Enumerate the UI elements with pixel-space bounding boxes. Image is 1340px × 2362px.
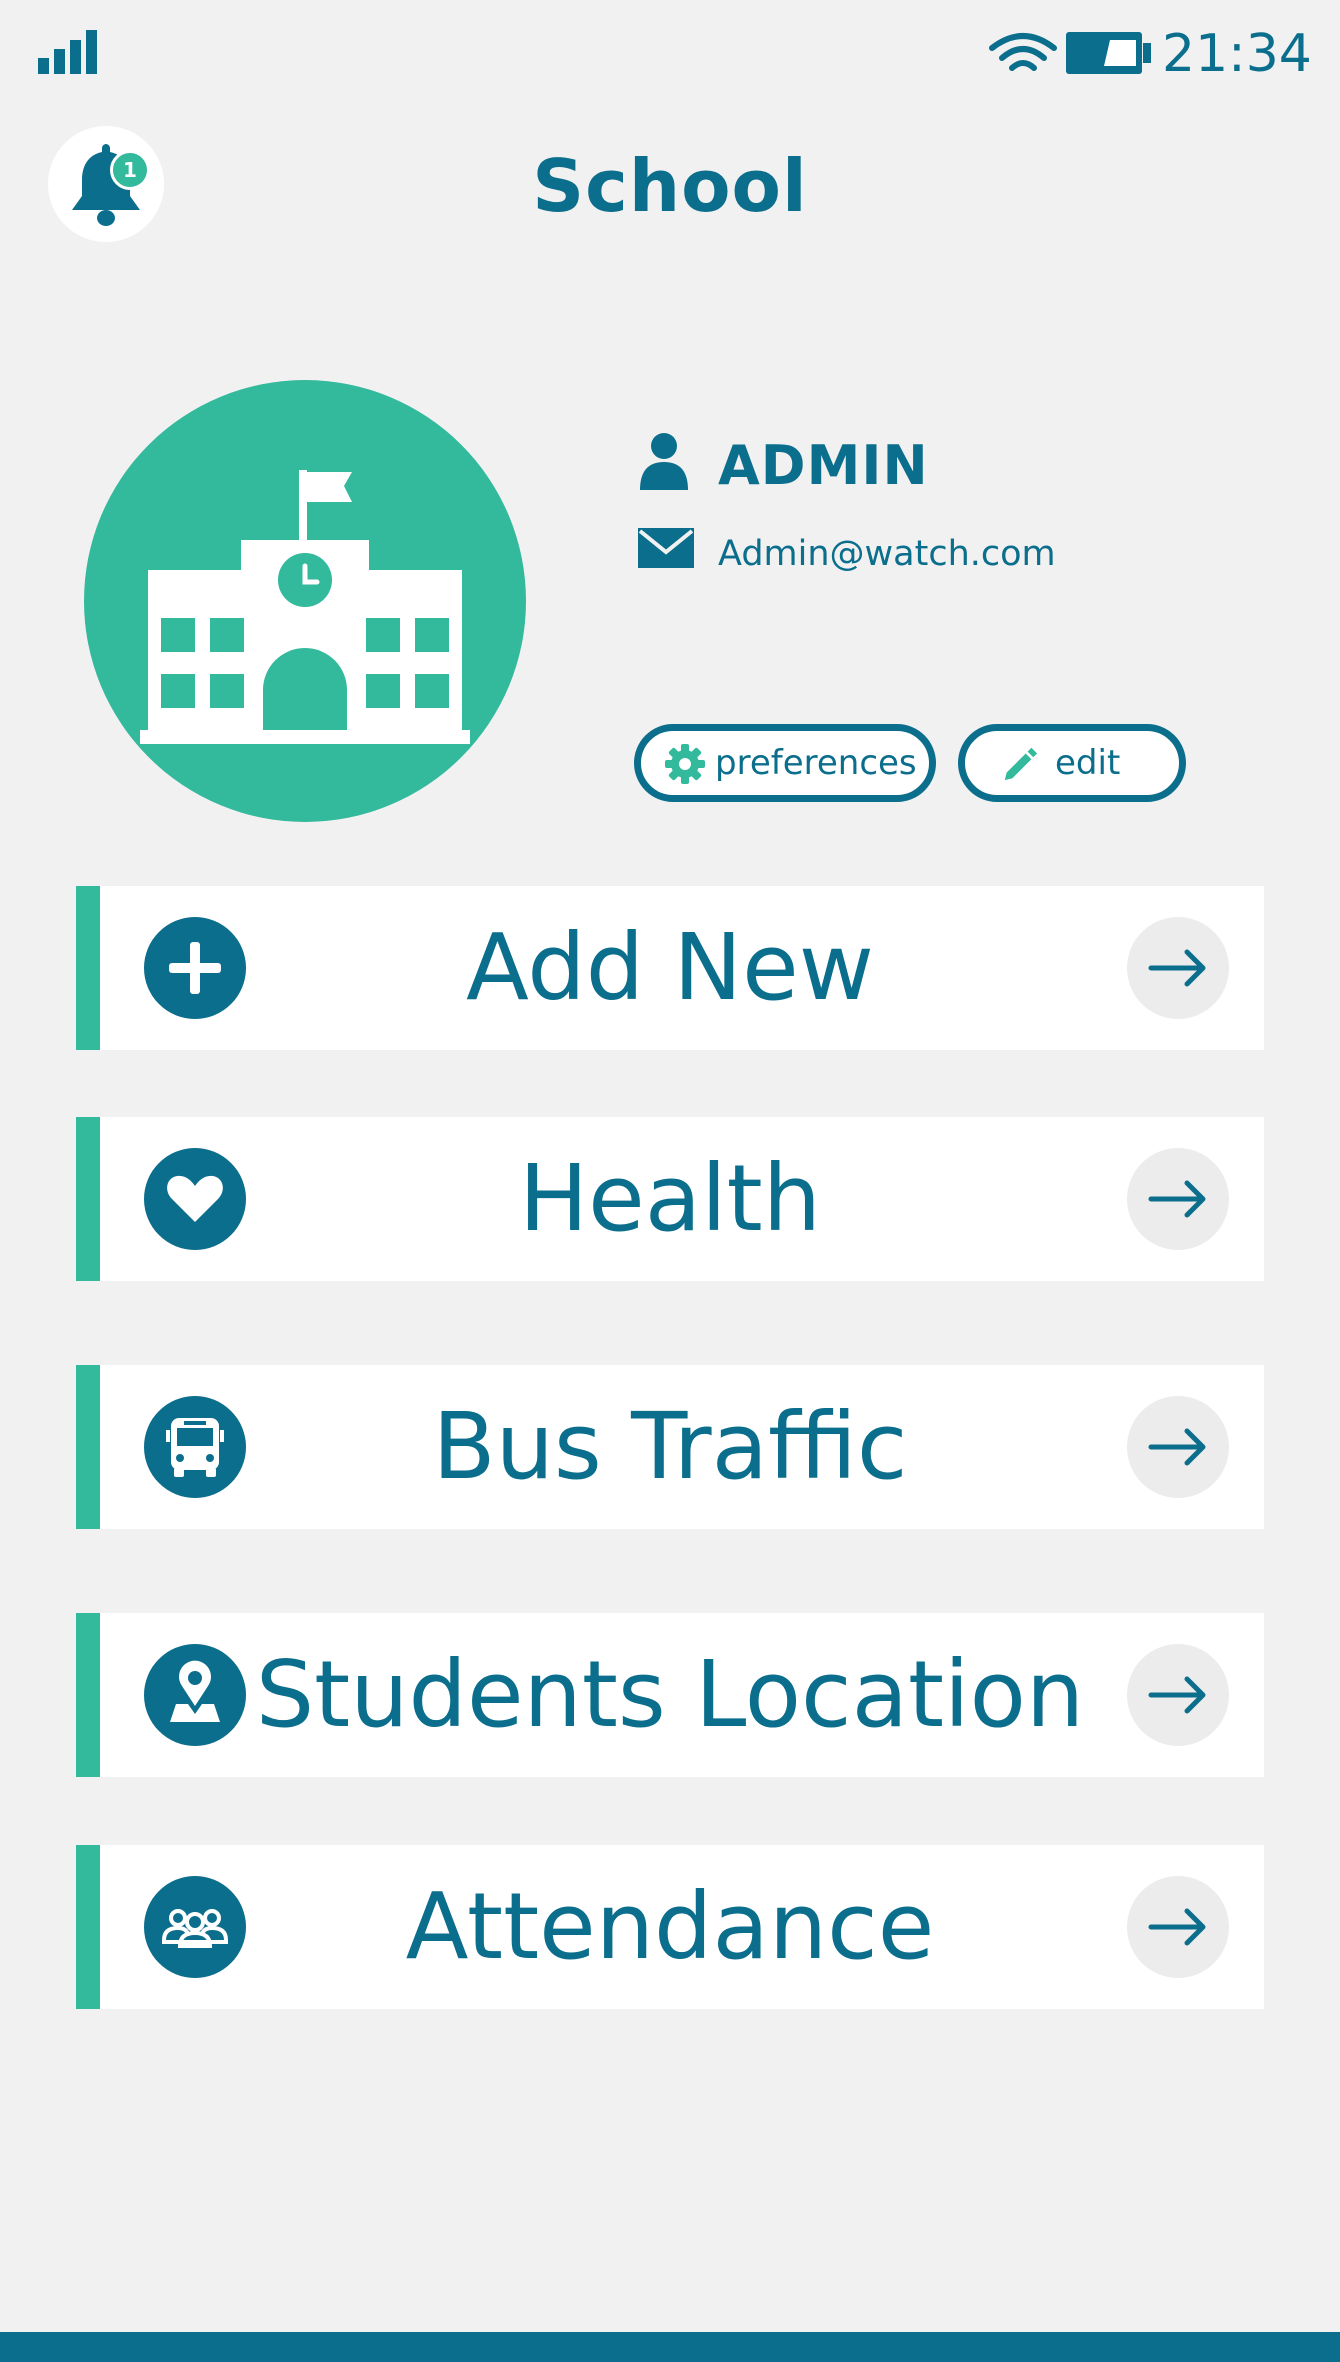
gear-icon xyxy=(665,744,705,784)
preferences-label: preferences xyxy=(715,743,917,783)
menu-item-label: Add New xyxy=(465,914,875,1021)
clock-time: 21:34 xyxy=(1162,24,1312,84)
bottom-bar xyxy=(0,2332,1340,2362)
edit-label: edit xyxy=(1055,743,1121,783)
menu-item-label: Attendance xyxy=(405,1873,935,1980)
battery-icon xyxy=(1066,32,1151,74)
menu-item-students-location[interactable]: Students Location xyxy=(76,1613,1264,1777)
page-title: School xyxy=(532,144,808,228)
arrow-right-icon[interactable] xyxy=(1127,1644,1229,1746)
user-email: Admin@watch.com xyxy=(718,534,1056,574)
menu-item-attendance[interactable]: Attendance xyxy=(76,1845,1264,2009)
arrow-right-icon[interactable] xyxy=(1127,1396,1229,1498)
school-building-icon xyxy=(84,380,526,822)
arrow-right-icon[interactable] xyxy=(1127,1876,1229,1978)
edit-button[interactable]: edit xyxy=(958,724,1186,802)
menu-item-add-new[interactable]: Add New xyxy=(76,886,1264,1050)
pencil-icon xyxy=(1004,747,1038,781)
user-icon xyxy=(640,433,688,490)
arrow-right-icon[interactable] xyxy=(1127,1148,1229,1250)
mail-icon xyxy=(638,528,694,568)
menu-item-label: Students Location xyxy=(255,1641,1085,1748)
menu-item-bus-traffic[interactable]: Bus Traffic xyxy=(76,1365,1264,1529)
wifi-icon xyxy=(989,33,1057,71)
menu-item-health[interactable]: Health xyxy=(76,1117,1264,1281)
menu-item-label: Health xyxy=(518,1145,822,1252)
arrow-right-icon[interactable] xyxy=(1127,917,1229,1019)
signal-icon xyxy=(38,30,97,74)
user-name: ADMIN xyxy=(718,434,929,497)
menu-item-label: Bus Traffic xyxy=(432,1393,908,1500)
preferences-button[interactable]: preferences xyxy=(634,724,936,802)
